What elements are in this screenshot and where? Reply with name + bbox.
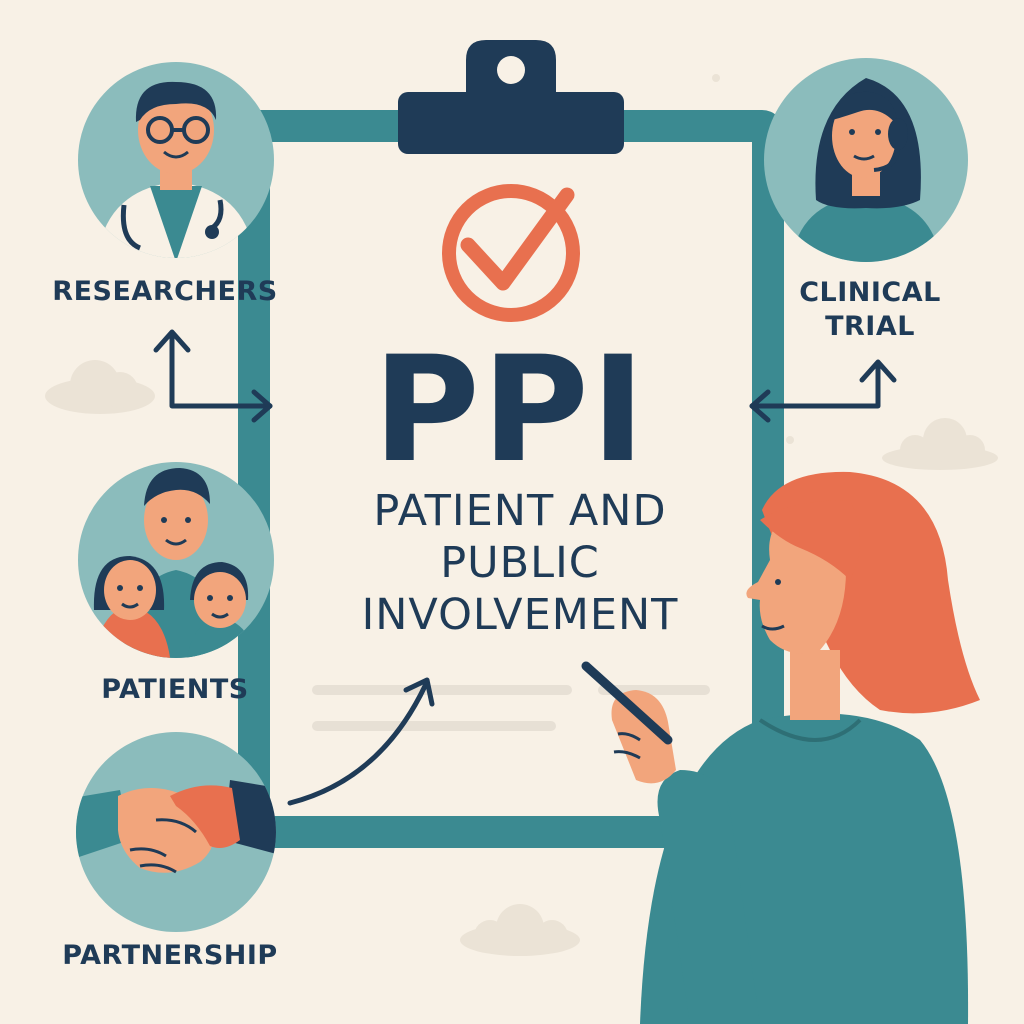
- subtitle-line-1: PATIENT AND: [373, 486, 667, 536]
- subtitle-line-2: PUBLIC: [440, 538, 600, 588]
- cloud-right: [882, 418, 998, 470]
- ppi-acronym: PPI: [372, 325, 648, 495]
- ppi-subtitle: PATIENT AND PUBLIC INVOLVEMENT: [300, 485, 740, 641]
- clinical-trial-label: CLINICAL TRIAL: [770, 276, 970, 344]
- clinical-trial-line-1: CLINICAL: [799, 277, 941, 308]
- cloud-left: [45, 360, 155, 414]
- clinical-trial-line-2: TRIAL: [825, 311, 915, 342]
- patients-label: PATIENTS: [101, 674, 249, 705]
- headset-avatar: [764, 58, 968, 262]
- subtitle-line-3: INVOLVEMENT: [361, 590, 679, 640]
- researchers-label: RESEARCHERS: [52, 276, 278, 307]
- partnership-label: PARTNERSHIP: [62, 940, 278, 971]
- cloud-bottom: [460, 904, 580, 956]
